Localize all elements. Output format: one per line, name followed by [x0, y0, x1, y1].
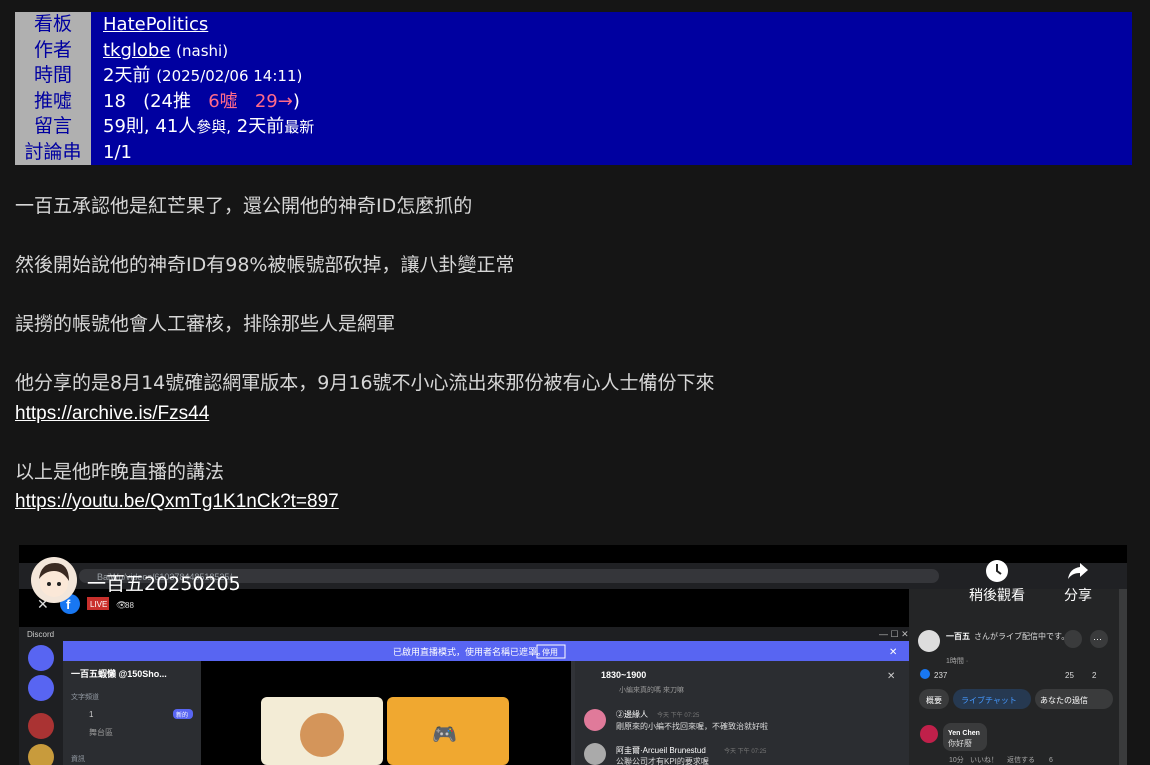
archive-link-row: https://archive.is/Fzs44	[15, 399, 1135, 429]
discord-message: 小編來真的嗎 來刀嘛	[619, 685, 684, 694]
author-link[interactable]: tkglobe	[103, 40, 170, 61]
svg-text:···: ···	[1093, 634, 1102, 644]
fb-comment-count: 25	[1065, 671, 1074, 680]
comments-latest-suffix: 最新	[284, 118, 315, 136]
clock-icon	[967, 559, 1027, 585]
board-row: HatePolitics	[103, 12, 1132, 38]
label-author: 作者	[33, 38, 72, 61]
comments-count: 59則,	[103, 116, 150, 137]
disable-button: 停用	[542, 647, 558, 657]
score-total: 18	[103, 90, 126, 112]
discord-label: Discord	[27, 630, 54, 639]
video-title[interactable]: 一百五20250205	[87, 569, 241, 596]
discord-timestamp: 今天 下午 07:25	[657, 711, 700, 719]
discord-message: 公聯公司才有KPI的要求喔	[616, 756, 709, 765]
share-arrow-icon	[1055, 559, 1101, 585]
svg-text:f: f	[66, 597, 71, 612]
live-badge: LIVE	[90, 600, 107, 609]
time-ago: 2天前	[103, 65, 151, 86]
fb-tab-live-chat: ライブチャット	[961, 695, 1017, 705]
discord-server-name: 一百五蝦懶 @150Sho...	[71, 668, 167, 679]
discord-thread-name: 1830~1900	[601, 670, 646, 680]
channel-stage: 舞台區	[89, 727, 113, 737]
channel-item: 1	[89, 710, 94, 719]
meta-labels: 看板 作者 時間 推噓 留言 討論串	[15, 12, 91, 165]
fb-comment-time: 10分	[949, 755, 964, 764]
discord-message: 剛原來的小編不找回來喔，不確致治就好啦	[616, 721, 768, 731]
fb-post-time: 1時間 ·	[946, 657, 968, 665]
channel-avatar[interactable]	[31, 557, 77, 603]
thread-position: 1/1	[103, 141, 132, 163]
fb-comment-like: いいね！	[970, 756, 998, 764]
watch-later-label: 稍後觀看	[969, 588, 1025, 604]
svg-text:✕: ✕	[887, 671, 895, 682]
score-row: 18 (24推 6噓 29→)	[103, 89, 1132, 115]
comments-row: 59則, 41人參與, 2天前最新	[103, 114, 1132, 140]
share-label: 分享	[1064, 588, 1092, 604]
label-score: 推噓	[33, 89, 72, 112]
discord-username: 阿圭爾·Arcueil Brunestud	[616, 745, 706, 755]
post-meta-header: 看板 作者 時間 推噓 留言 討論串 HatePolitics tkglobe …	[15, 12, 1132, 165]
fb-reaction-count: 237	[934, 671, 948, 680]
label-time: 時間	[33, 64, 72, 86]
svg-text:🎮: 🎮	[432, 724, 457, 746]
author-row: tkglobe (nashi)	[103, 38, 1132, 64]
time-full: (2025/02/06 14:11)	[156, 67, 303, 85]
article-body: 一百五承認他是紅芒果了，還公開他的神奇ID怎麼抓的 然後開始說他的神奇ID有98…	[15, 192, 1135, 517]
channel-category: 資訊	[71, 754, 85, 763]
label-comments: 留言	[33, 115, 72, 137]
author-nickname: (nashi)	[176, 41, 229, 60]
article-line: 他分享的是8月14號確認網軍版本，9月16號不小心流出來那份被有心人士備份下來	[15, 372, 715, 394]
fb-comment: 你好廢	[948, 738, 972, 748]
fb-comment-reply: 返信する	[1007, 755, 1035, 764]
score-boo: 6噓	[208, 90, 238, 112]
score-arrow: 29→	[254, 90, 293, 112]
time-row: 2天前 (2025/02/06 14:11)	[103, 63, 1132, 89]
fb-tab-overview: 概要	[926, 695, 942, 705]
fb-share-count: 2	[1092, 671, 1097, 680]
board-link[interactable]: HatePolitics	[103, 14, 208, 35]
comments-people: 41人	[155, 116, 197, 137]
article-line: 以上是他昨晚直播的講法	[15, 460, 225, 483]
label-board: 看板	[33, 13, 72, 35]
article-line: 一百五承認他是紅芒果了，還公開他的神奇ID怎麼抓的	[15, 195, 473, 217]
archive-link[interactable]: https://archive.is/Fzs44	[15, 403, 209, 424]
channel-category: 文字頻道	[71, 692, 99, 701]
share-button[interactable]: 分享	[1055, 559, 1101, 605]
fb-page-name: 一百五	[946, 632, 970, 641]
youtube-link-row: https://youtu.be/QxmTg1K1nCk?t=897	[15, 487, 1135, 517]
svg-text:— ☐ ✕: — ☐ ✕	[879, 629, 909, 639]
streamer-mode-banner: 已啟用直播模式，使用者名稱已遮罩。	[393, 646, 546, 657]
viewer-count: 88	[125, 601, 134, 610]
youtube-embed[interactable]: BaiWu/videos/610378448518525/ ✕ f LIVE 👁…	[19, 545, 1127, 765]
score-close: )	[292, 90, 300, 112]
fb-tab-yours: あなたの過信	[1040, 695, 1088, 705]
watch-later-button[interactable]: 稍後觀看	[967, 559, 1027, 605]
discord-timestamp: 今天 下午 07:25	[724, 747, 767, 755]
meta-values: HatePolitics tkglobe (nashi) 2天前 (2025/0…	[91, 12, 1132, 165]
discord-username: ②邊緣人	[616, 709, 648, 719]
comments-latest: 2天前	[236, 116, 285, 137]
thread-row: 1/1	[103, 140, 1132, 166]
fb-comment-reacts: 6	[1049, 757, 1053, 764]
fb-commenter: Yen Chen	[948, 730, 980, 737]
fb-live-status: さんがライブ配信中です。	[974, 631, 1069, 641]
article-line: 誤撈的帳號他會人工審核，排除那些人是網軍	[15, 313, 396, 335]
label-thread: 討論串	[24, 140, 82, 163]
channel-new-badge: 新的	[176, 711, 188, 719]
svg-text:✕: ✕	[889, 647, 897, 658]
comments-people-suffix: 參與,	[196, 118, 232, 136]
article-line: 然後開始說他的神奇ID有98%被帳號部砍掉，讓八卦變正常	[15, 254, 515, 276]
score-push: (24推	[143, 90, 192, 112]
youtube-link[interactable]: https://youtu.be/QxmTg1K1nCk?t=897	[15, 491, 339, 512]
